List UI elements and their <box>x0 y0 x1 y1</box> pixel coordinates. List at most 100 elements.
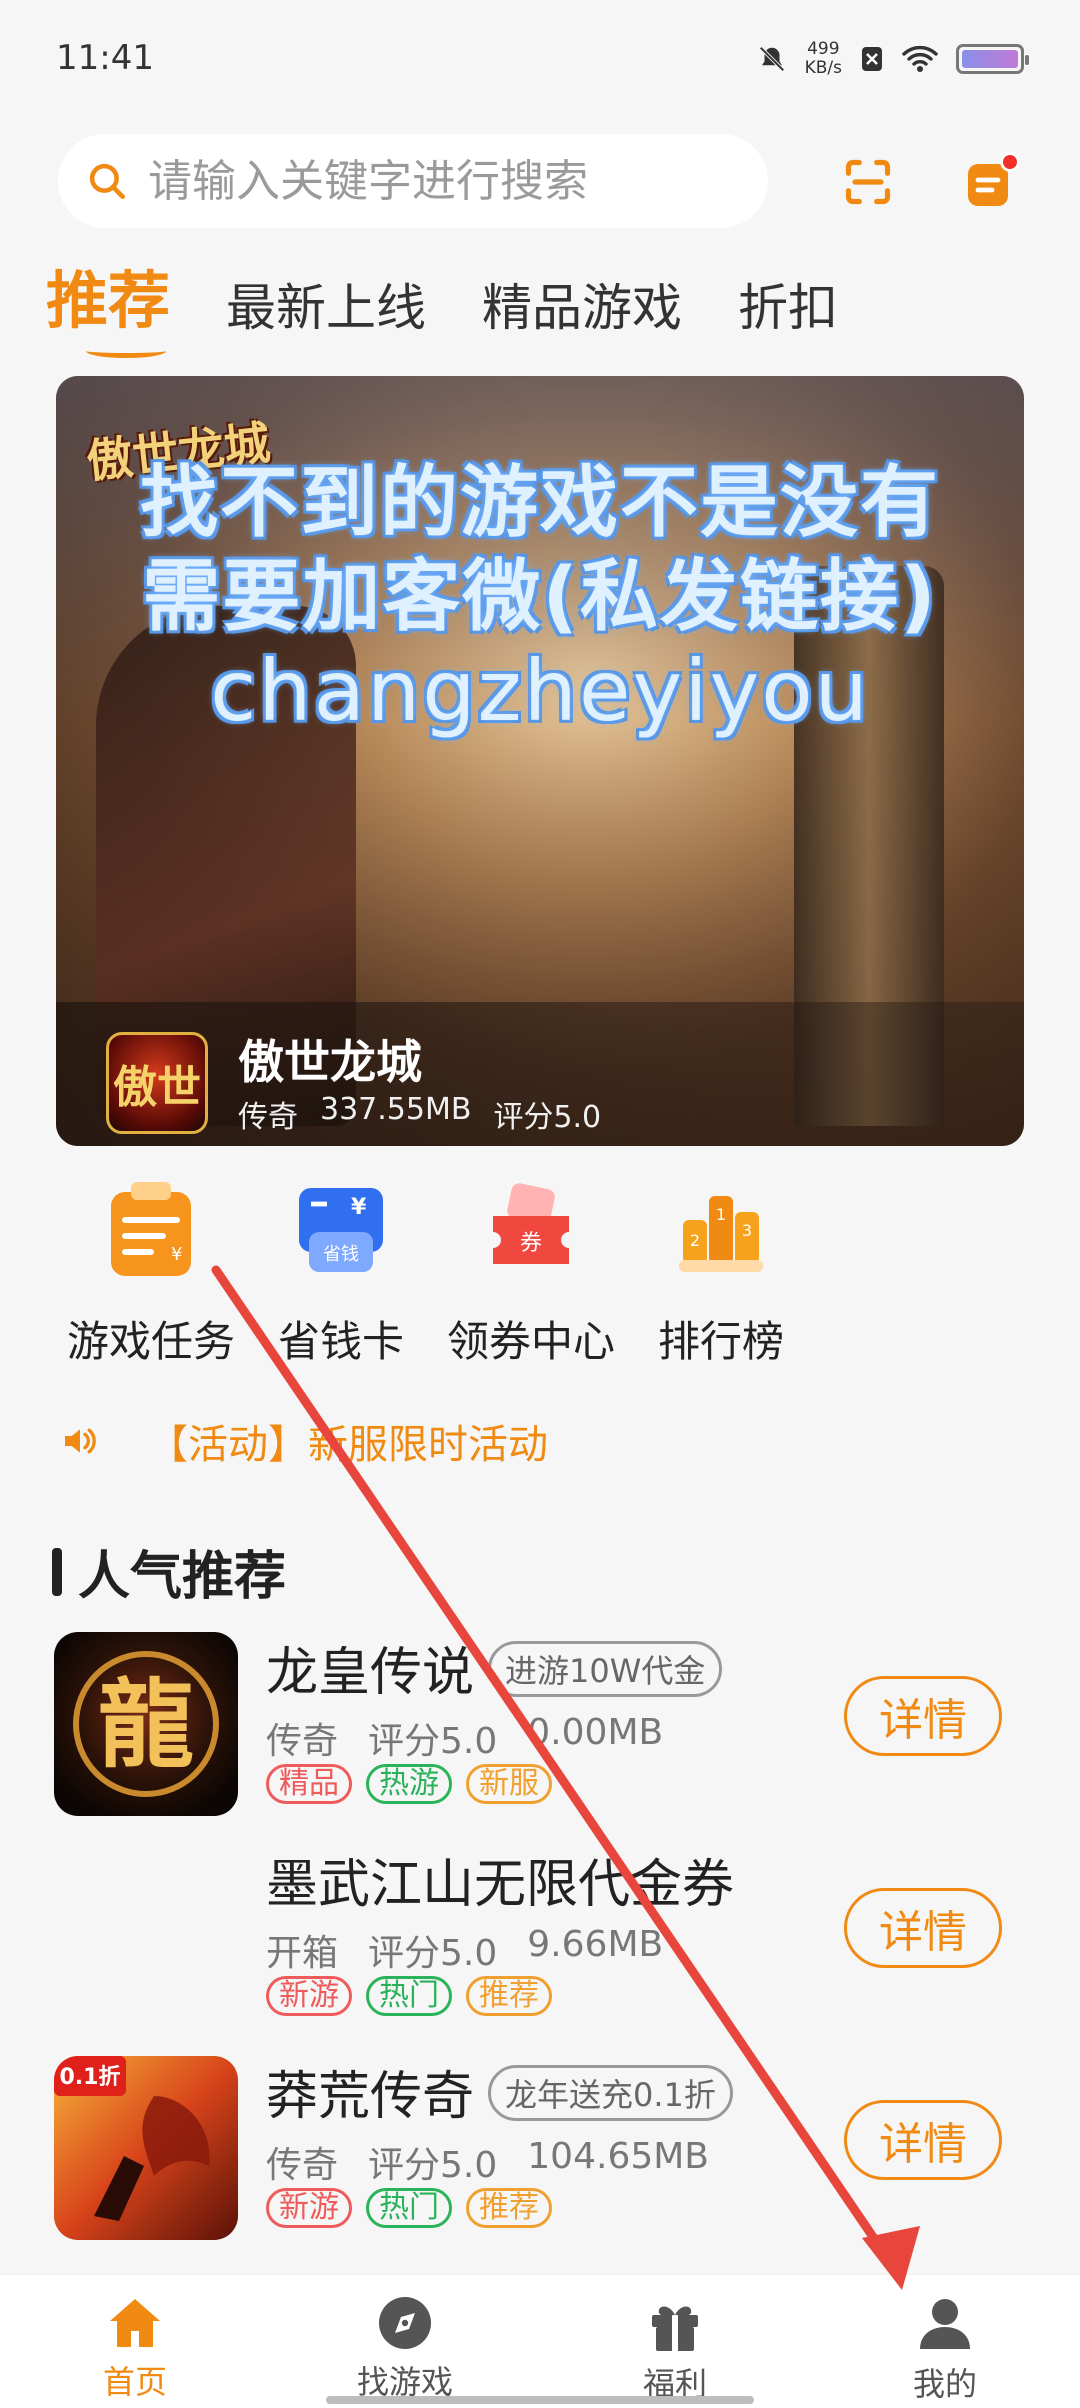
game-tags: 新游 热门 推荐 <box>266 2188 552 2228</box>
network-speed: 499 KB/s <box>805 40 842 78</box>
banner-line-1: 找不到的游戏不是没有 <box>139 458 940 548</box>
game-tags: 精品 热游 新服 <box>266 1764 552 1804</box>
game-genre: 传奇 <box>266 2145 339 2186</box>
game-genre: 传奇 <box>266 1721 339 1762</box>
user-icon <box>920 2299 970 2349</box>
saving-card-icon-text: 省钱 <box>323 1244 359 1265</box>
details-button[interactable]: 详情 <box>844 1888 1002 1968</box>
quick-entry-saving-card[interactable]: ¥ 省钱 省钱卡 <box>246 1180 436 1369</box>
search-input[interactable] <box>148 155 748 207</box>
tab-recommend[interactable]: 推荐 <box>46 250 170 358</box>
quick-entry-coupon-center[interactable]: 券 领券中心 <box>436 1180 626 1369</box>
status-icons: 499 KB/s <box>757 40 1029 78</box>
svg-text:¥: ¥ <box>171 1244 182 1265</box>
scan-button[interactable] <box>832 146 904 218</box>
active-tab-indicator <box>86 344 166 358</box>
gift-icon <box>652 2306 698 2351</box>
nav-item-home[interactable]: 首页 <box>0 2275 270 2408</box>
game-icon: 龍 <box>54 1632 238 1816</box>
list-item[interactable]: 0.1折 莽荒传奇 龙年送充0.1折 传奇 评分5.0 104.65MB 新游 热… <box>0 2054 1080 2266</box>
nav-item-welfare[interactable]: 福利 <box>540 2275 810 2408</box>
status-bar: 11:41 499 KB/s <box>0 0 1080 130</box>
category-tabs: 推荐 最新上线 精品游戏 折扣 <box>46 250 838 358</box>
tag-badge: 热门 <box>366 1976 452 2016</box>
quick-entry-ranking[interactable]: 213 排行榜 <box>626 1180 816 1369</box>
game-rating: 评分5.0 <box>368 1721 498 1762</box>
game-meta: 开箱 评分5.0 9.66MB <box>266 1924 663 1976</box>
game-icon-text: 龍 <box>98 1668 194 1781</box>
list-item[interactable]: 龍 龙皇传说 进游10W代金 传奇 评分5.0 0.00MB 精品 热游 新服 详… <box>0 1630 1080 1842</box>
search-icon <box>89 163 126 200</box>
message-icon <box>968 152 1020 206</box>
game-name: 莽荒传奇 龙年送充0.1折 <box>266 2054 733 2129</box>
game-meta: 传奇 评分5.0 0.00MB <box>266 1712 663 1764</box>
game-icon-text: 0.1折 <box>60 2065 121 2090</box>
promo-badge: 进游10W代金 <box>488 1641 723 1697</box>
section-title: 人气推荐 <box>52 1534 286 1609</box>
quick-entry-game-tasks[interactable]: ¥ 游戏任务 <box>56 1180 246 1369</box>
ranking-icon: 213 <box>671 1180 771 1280</box>
home-indicator[interactable] <box>326 2396 754 2404</box>
list-item[interactable]: 墨武江山无限代金券 开箱 评分5.0 9.66MB 新游 热门 推荐 详情 <box>0 1842 1080 2054</box>
details-button[interactable]: 详情 <box>844 2100 1002 2180</box>
tab-discount[interactable]: 折扣 <box>738 268 838 354</box>
network-speed-unit: KB/s <box>804 58 842 78</box>
banner-game-info: 傲世 傲世龙城 传奇 337.55MB 评分5.0 <box>56 1002 1024 1146</box>
bottom-navigation: 首页 找游戏 福利 我的 <box>0 2274 1080 2408</box>
nav-label: 首页 <box>102 2363 167 2401</box>
message-button[interactable] <box>956 146 1028 218</box>
speaker-icon <box>65 1428 96 1454</box>
game-size: 104.65MB <box>527 2136 710 2177</box>
tag-badge: 新服 <box>466 1764 552 1804</box>
wifi-icon <box>902 45 938 72</box>
coupon-icon: 券 <box>481 1180 581 1280</box>
status-time: 11:41 <box>56 38 154 78</box>
svg-text:¥: ¥ <box>351 1195 367 1220</box>
tab-featured[interactable]: 精品游戏 <box>482 268 682 354</box>
mute-icon <box>759 46 785 72</box>
tag-badge: 推荐 <box>466 1976 552 2016</box>
details-button[interactable]: 详情 <box>844 1676 1002 1756</box>
nav-item-find-games[interactable]: 找游戏 <box>270 2275 540 2408</box>
banner-line-3: changzheyiyou <box>210 642 870 740</box>
banner-game-icon: 傲世 <box>106 1032 208 1134</box>
nav-label: 我的 <box>912 2365 977 2403</box>
activity-notice[interactable]: 【活动】新服限时活动 <box>60 1412 548 1470</box>
promo-badge: 龙年送充0.1折 <box>488 2065 733 2121</box>
quick-entry-label: 领券中心 <box>446 1317 615 1366</box>
coupon-icon-text: 券 <box>520 1231 542 1256</box>
tag-badge: 热门 <box>366 2188 452 2228</box>
network-speed-value: 499 <box>807 39 840 59</box>
banner-overlay-text: 找不到的游戏不是没有 需要加客微(私发链接) changzheyiyou <box>56 456 1024 738</box>
game-icon-placeholder <box>54 1844 238 2028</box>
svg-text:1: 1 <box>716 1205 726 1224</box>
tag-badge: 推荐 <box>466 2188 552 2228</box>
game-meta: 传奇 评分5.0 104.65MB <box>266 2136 709 2188</box>
game-name: 墨武江山无限代金券 <box>266 1855 735 1915</box>
scan-icon <box>845 159 891 205</box>
tag-badge: 热游 <box>366 1764 452 1804</box>
search-bar[interactable] <box>58 134 768 228</box>
game-name: 龙皇传说 进游10W代金 <box>266 1630 723 1705</box>
game-genre: 开箱 <box>266 1933 339 1974</box>
no-sim-icon <box>862 47 882 71</box>
featured-banner[interactable]: 傲世龙城 找不到的游戏不是没有 需要加客微(私发链接) changzheyiyo… <box>56 376 1024 1146</box>
banner-game-name: 傲世龙城 <box>238 1035 422 1089</box>
svg-text:3: 3 <box>742 1221 752 1240</box>
game-rating: 评分5.0 <box>368 2145 498 2186</box>
task-icon: ¥ <box>101 1180 201 1280</box>
game-list: 龍 龙皇传说 进游10W代金 传奇 评分5.0 0.00MB 精品 热游 新服 详… <box>0 1630 1080 2266</box>
nav-item-me[interactable]: 我的 <box>810 2275 1080 2408</box>
tab-new-release[interactable]: 最新上线 <box>226 268 426 354</box>
banner-game-rating: 评分5.0 <box>493 1100 602 1135</box>
notice-text: 【活动】新服限时活动 <box>148 1422 548 1468</box>
svg-text:2: 2 <box>690 1231 700 1250</box>
quick-entries: ¥ 游戏任务 ¥ 省钱 省钱卡 券 领券中心 213 排行榜 <box>56 1180 816 1369</box>
game-rating: 评分5.0 <box>368 1933 498 1974</box>
game-icon: 0.1折 <box>54 2056 238 2240</box>
tag-badge: 精品 <box>266 1764 352 1804</box>
section-title-bar <box>52 1547 62 1596</box>
saving-card-icon: ¥ 省钱 <box>291 1180 391 1280</box>
banner-game-size: 337.55MB <box>320 1092 472 1127</box>
tag-badge: 新游 <box>266 2188 352 2228</box>
